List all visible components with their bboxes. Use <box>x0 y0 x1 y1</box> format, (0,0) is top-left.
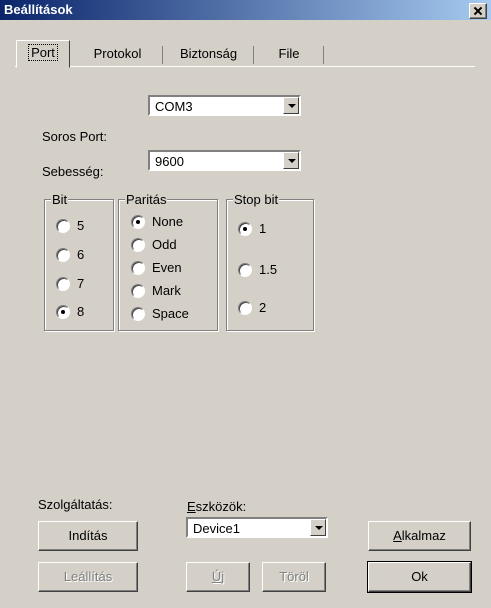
stopbit-1-5-label: 1.5 <box>259 262 278 277</box>
apply-button-rest: lkalmaz <box>401 528 446 543</box>
speed-label: Sebesség: <box>42 164 104 179</box>
bit-5-radio[interactable]: 5 <box>56 218 84 233</box>
serial-port-value: COM3 <box>155 99 193 114</box>
bit-6-radio[interactable]: 6 <box>56 247 84 262</box>
chevron-down-icon[interactable] <box>310 519 326 536</box>
service-label: Szolgáltatás: <box>38 497 113 512</box>
speed-value: 9600 <box>155 154 184 169</box>
parity-even-label: Even <box>152 260 182 275</box>
stopbit-1-5-radio[interactable]: 1.5 <box>238 262 277 277</box>
radio-icon <box>238 300 252 315</box>
parity-odd-label: Odd <box>152 237 177 252</box>
new-button[interactable]: Új <box>186 562 250 592</box>
tab-protokol[interactable]: Protokol <box>72 42 163 65</box>
bit-8-radio[interactable]: 8 <box>56 304 84 319</box>
bit-5-label: 5 <box>77 218 85 233</box>
parity-mark-label: Mark <box>152 283 181 298</box>
tab-port-label: Port <box>28 44 58 61</box>
parity-space-label: Space <box>152 306 189 321</box>
close-icon[interactable] <box>469 3 487 19</box>
parity-none-label: None <box>152 214 184 229</box>
parity-odd-radio[interactable]: Odd <box>131 237 177 252</box>
bit-group-title: Bit <box>51 192 69 207</box>
radio-icon <box>56 276 70 291</box>
apply-button-accesskey: A <box>393 528 402 543</box>
radio-checked-icon <box>131 214 145 229</box>
stopbit-1-radio[interactable]: 1 <box>238 221 266 236</box>
tab-strip-line <box>15 66 475 67</box>
parity-none-radio[interactable]: None <box>131 214 183 229</box>
serial-port-select[interactable]: COM3 <box>148 95 301 116</box>
stopbit-1-label: 1 <box>259 221 267 236</box>
parity-mark-radio[interactable]: Mark <box>131 283 181 298</box>
start-button[interactable]: Indítás <box>38 521 138 551</box>
radio-checked-icon <box>56 304 70 319</box>
radio-icon <box>131 283 145 298</box>
radio-icon <box>238 262 252 277</box>
new-button-accesskey: Ú <box>211 569 222 584</box>
chevron-down-icon[interactable] <box>283 97 299 114</box>
tab-file-label: File <box>278 46 300 61</box>
speed-select[interactable]: 9600 <box>148 150 301 171</box>
device-value: Device1 <box>193 521 240 536</box>
bit-6-label: 6 <box>77 247 85 262</box>
stop-button[interactable]: Leállítás <box>38 562 138 592</box>
tools-label-rest: szközök: <box>195 499 247 514</box>
serial-port-label: Soros Port: <box>42 129 108 144</box>
stopbit-2-radio[interactable]: 2 <box>238 300 266 315</box>
radio-icon <box>131 260 145 275</box>
stopbit-group-title: Stop bit <box>233 192 280 207</box>
apply-button[interactable]: Alkalmaz <box>368 521 471 551</box>
radio-checked-icon <box>238 221 252 236</box>
radio-icon <box>56 247 70 262</box>
chevron-down-icon[interactable] <box>283 152 299 169</box>
radio-icon <box>131 306 145 321</box>
settings-dialog: Beállítások Port Protokol Biztonság File… <box>0 0 491 608</box>
delete-button[interactable]: Töröl <box>262 562 326 592</box>
tab-biztonsag-label: Biztonság <box>179 46 238 61</box>
radio-icon <box>56 218 70 233</box>
tools-label: Eszközök: <box>187 499 246 514</box>
tab-biztonsag[interactable]: Biztonság <box>163 42 254 65</box>
parity-group-title: Paritás <box>125 192 168 207</box>
title-bar[interactable]: Beállítások <box>0 0 491 20</box>
bit-7-radio[interactable]: 7 <box>56 276 84 291</box>
bit-7-label: 7 <box>77 276 85 291</box>
tab-file[interactable]: File <box>254 42 324 65</box>
parity-space-radio[interactable]: Space <box>131 306 189 321</box>
tab-port[interactable]: Port <box>16 40 70 68</box>
bit-8-label: 8 <box>77 304 85 319</box>
parity-even-radio[interactable]: Even <box>131 260 182 275</box>
radio-icon <box>131 237 145 252</box>
tab-protokol-label: Protokol <box>93 46 142 61</box>
device-select[interactable]: Device1 <box>186 517 328 538</box>
tools-label-accesskey: E <box>187 499 196 514</box>
new-button-rest: j <box>221 569 225 584</box>
ok-button[interactable]: Ok <box>367 561 472 593</box>
stopbit-2-label: 2 <box>259 300 267 315</box>
window-title: Beállítások <box>4 2 73 17</box>
